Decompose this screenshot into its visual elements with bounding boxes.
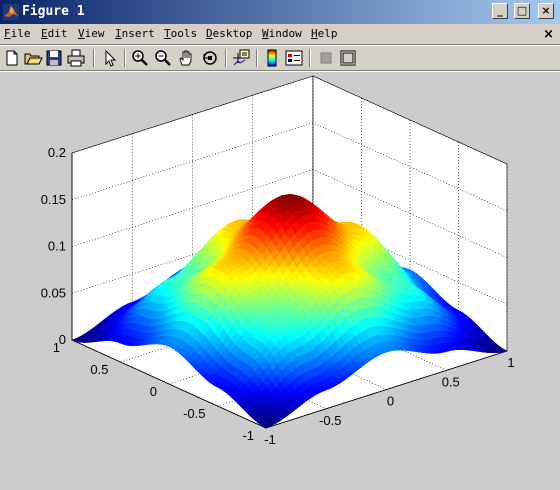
maximize-button[interactable]: □ [514, 3, 530, 19]
toolbar [0, 46, 560, 70]
x-tick-label: 1 [507, 355, 514, 370]
menu-help-label: elp [317, 27, 338, 40]
legend-icon[interactable] [284, 48, 304, 68]
z-tick-label: 0.1 [48, 239, 66, 254]
pan-hand-icon[interactable] [176, 48, 196, 68]
menu-file-key: F [4, 27, 11, 40]
menu-file-label: ile [10, 27, 31, 40]
menu-tools[interactable]: Tools [164, 27, 197, 40]
toolbar-separator [256, 49, 258, 67]
menu-desktop-key: D [206, 27, 213, 40]
menu-tools-key: T [164, 27, 171, 40]
x-tick-label: -1 [264, 432, 276, 447]
menu-help[interactable]: Help [311, 27, 338, 40]
y-tick-label: 1 [53, 340, 60, 355]
menu-window[interactable]: Window [262, 27, 302, 40]
hide-plot-tools-icon[interactable] [316, 48, 336, 68]
x-tick-label: 0 [387, 394, 394, 409]
z-tick-label: 0.05 [41, 285, 66, 300]
y-tick-label: 0 [150, 384, 157, 399]
y-tick-label: 0.5 [90, 362, 108, 377]
doc-close-icon[interactable]: × [543, 27, 554, 42]
matlab-logo-icon [3, 4, 19, 20]
z-tick-label: 0.15 [41, 192, 66, 207]
menu-window-label: indow [268, 27, 302, 40]
zoom-in-icon[interactable] [130, 48, 150, 68]
menu-view-key: V [78, 27, 85, 40]
colorbar-icon[interactable] [262, 48, 282, 68]
toolbar-separator [124, 49, 126, 67]
show-plot-tools-icon[interactable] [338, 48, 358, 68]
x-tick-label: -0.5 [319, 413, 341, 428]
menu-bar: File Edit View Insert Tools Desktop Wind… [0, 24, 560, 44]
menu-help-key: H [311, 27, 318, 40]
zoom-out-icon[interactable] [153, 48, 173, 68]
menu-window-key: W [262, 27, 269, 40]
surface-plot-axes[interactable]: 00.050.10.150.2-1-0.500.51-1-0.500.51 [0, 72, 560, 490]
menu-edit-label: dit [47, 27, 68, 40]
open-file-icon[interactable] [23, 48, 43, 68]
y-tick-label: -1 [242, 428, 254, 443]
menu-view[interactable]: View [78, 27, 105, 40]
menu-file[interactable]: File [4, 27, 31, 40]
rotate-3d-icon[interactable] [200, 48, 220, 68]
toolbar-separator [225, 49, 227, 67]
figure-window: Figure 1 _ □ × File Edit View Insert Too… [0, 0, 560, 490]
select-arrow-icon[interactable] [100, 48, 120, 68]
y-tick-label: -0.5 [183, 406, 205, 421]
new-figure-icon[interactable] [2, 48, 22, 68]
toolbar-separator [309, 49, 311, 67]
minimize-button[interactable]: _ [492, 3, 508, 19]
window-title: Figure 1 [22, 4, 85, 19]
menu-edit-key: E [41, 27, 48, 40]
menu-view-label: iew [84, 27, 105, 40]
menu-insert[interactable]: Insert [115, 27, 155, 40]
z-tick-label: 0.2 [48, 145, 66, 160]
menu-desktop-label: esktop [212, 27, 253, 40]
close-button[interactable]: × [538, 3, 554, 19]
toolbar-separator [93, 49, 95, 67]
menu-insert-label: nsert [121, 27, 155, 40]
menu-tools-label: ools [170, 27, 198, 40]
save-icon[interactable] [44, 48, 64, 68]
x-tick-label: 0.5 [442, 374, 460, 389]
menu-insert-key: I [115, 27, 122, 40]
print-icon[interactable] [66, 48, 86, 68]
title-bar[interactable]: Figure 1 _ □ × [0, 0, 560, 24]
data-cursor-icon[interactable] [231, 48, 251, 68]
menu-edit[interactable]: Edit [41, 27, 68, 40]
menu-desktop[interactable]: Desktop [206, 27, 252, 40]
